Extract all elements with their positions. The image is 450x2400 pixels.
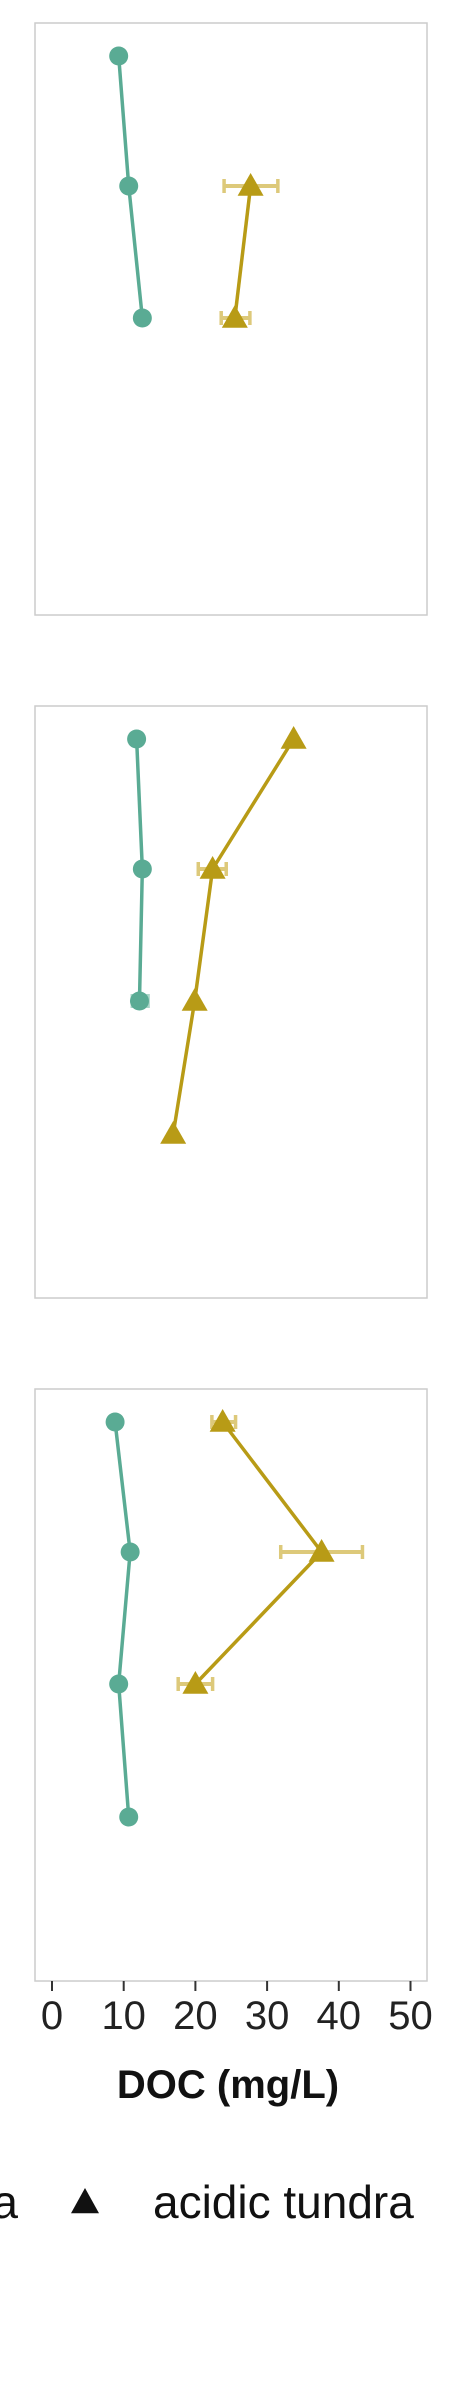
legend: a acidic tundra — [0, 2176, 414, 2228]
legend-label: acidic tundra — [153, 2176, 414, 2228]
series-line — [171, 738, 296, 1135]
x-tick-label: 40 — [317, 1994, 362, 2038]
x-tick-label: 20 — [173, 1994, 218, 2038]
legend-label: a — [0, 2176, 18, 2228]
series-s2 — [160, 726, 307, 1144]
x-tick-label: 0 — [41, 1994, 63, 2038]
x-axis: 0 10 20 30 40 50 — [41, 1981, 433, 2038]
panel-frame — [34, 1388, 428, 1982]
data-point-circle — [119, 1807, 139, 1827]
panel-2 — [34, 705, 428, 1299]
data-point-circle — [129, 991, 149, 1011]
data-point-circle — [120, 1542, 140, 1562]
series-s2 — [219, 173, 280, 328]
series-line — [233, 185, 253, 319]
x-tick-label: 10 — [101, 1994, 146, 2038]
series-s2 — [176, 1409, 365, 1694]
series-s1 — [105, 1412, 140, 1827]
doc-depth-profile-chart: 0 10 20 30 40 50 DOC (mg/L) a acidic tundra — [0, 22, 433, 2228]
panel-frame — [34, 705, 428, 1299]
data-point-circle — [105, 1412, 125, 1432]
x-tick-label: 30 — [245, 1994, 290, 2038]
data-point-circle — [132, 308, 152, 328]
data-point-circle — [109, 1674, 129, 1694]
data-point-triangle — [160, 1121, 187, 1144]
data-point-circle — [132, 859, 152, 879]
series-s1 — [127, 729, 152, 1011]
series-s1 — [109, 46, 152, 328]
data-point-triangle — [181, 988, 208, 1011]
data-point-triangle — [280, 726, 307, 749]
x-tick-label: 50 — [388, 1994, 433, 2038]
series-line — [113, 1421, 132, 1818]
panel-3 — [34, 1388, 428, 1982]
panel-1 — [34, 22, 428, 616]
data-point-circle — [127, 729, 147, 749]
data-point-circle — [109, 46, 129, 66]
legend-triangle-icon — [71, 2188, 99, 2214]
data-point-circle — [119, 176, 139, 196]
x-axis-title: DOC (mg/L) — [117, 2063, 339, 2107]
chart-panels — [34, 22, 428, 1982]
